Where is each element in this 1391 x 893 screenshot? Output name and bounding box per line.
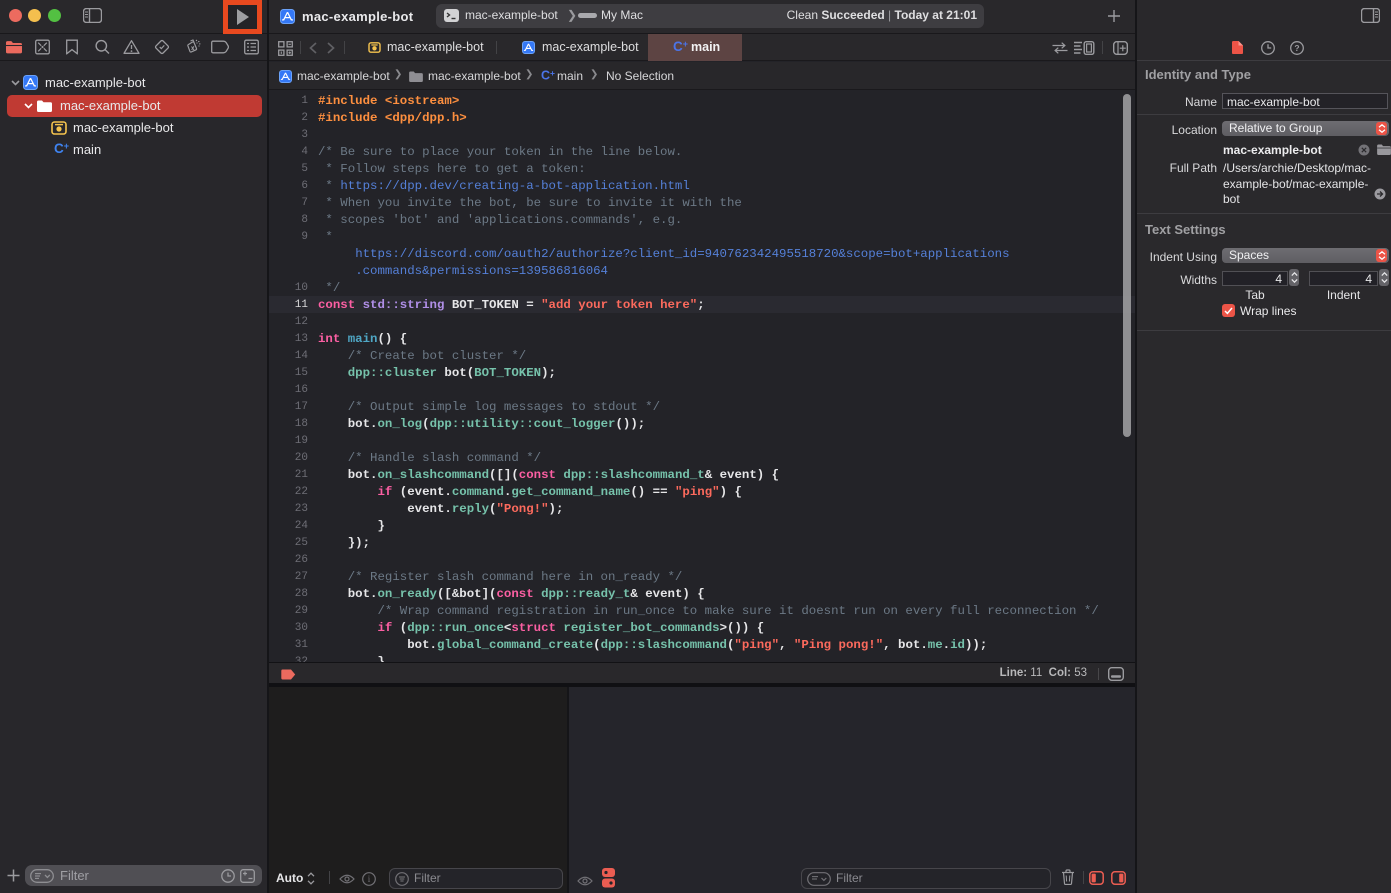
svg-text:?: ?: [1294, 43, 1299, 53]
svg-text:i: i: [368, 874, 371, 884]
